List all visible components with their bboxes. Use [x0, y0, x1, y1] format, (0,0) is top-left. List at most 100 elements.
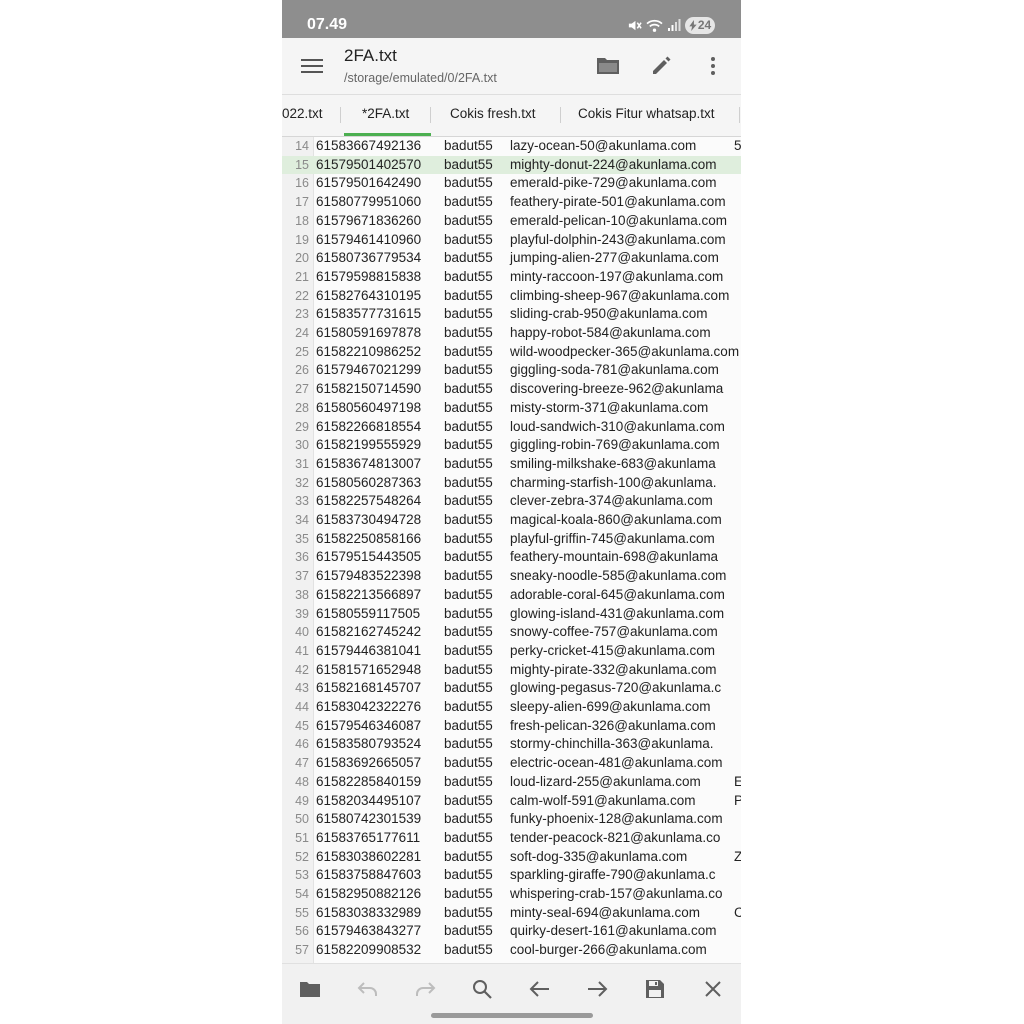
- line-number: 51: [295, 830, 309, 845]
- editor-line[interactable]: 35 61582250858166 badut55 playful-griffin-7…: [282, 530, 741, 549]
- line-id: 61579446381041: [316, 642, 422, 658]
- search-button[interactable]: [467, 974, 497, 1004]
- editor-line[interactable]: 28 61580560497198 badut55 misty-storm-371@a…: [282, 399, 741, 418]
- line-number: 15: [295, 157, 309, 172]
- line-email: tender-peacock-821@akunlama.co: [510, 829, 721, 845]
- tab-022[interactable]: 022.txt: [282, 95, 323, 135]
- line-id: 61579463843277: [316, 923, 422, 939]
- editor-line[interactable]: 34 61583730494728 badut55 magical-koala-860…: [282, 511, 741, 530]
- editor-line[interactable]: 16 61579501642490 badut55 emerald-pike-729@…: [282, 174, 741, 193]
- line-id: 61582034495107: [316, 792, 422, 808]
- line-number: 20: [295, 251, 309, 266]
- editor-line[interactable]: 56 61579463843277 badut55 quirky-desert-161…: [282, 922, 741, 941]
- editor-line[interactable]: 41 61579446381041 badut55 perky-cricket-415…: [282, 642, 741, 661]
- line-number: 40: [295, 625, 309, 640]
- line-password: badut55: [444, 848, 493, 864]
- editor-line[interactable]: 44 61583042322276 badut55 sleepy-alien-699@…: [282, 698, 741, 717]
- editor-line[interactable]: 17 61580779951060 badut55 feathery-pirate-5…: [282, 193, 741, 212]
- editor-line[interactable]: 24 61580591697878 badut55 happy-robot-584@a…: [282, 324, 741, 343]
- line-password: badut55: [444, 306, 493, 322]
- editor-line[interactable]: 32 61580560287363 badut55 charming-starfish…: [282, 474, 741, 493]
- editor-line[interactable]: 49 61582034495107 badut55 calm-wolf-591@aku…: [282, 792, 741, 811]
- line-password: badut55: [444, 381, 493, 397]
- line-id: 61583580793524: [316, 736, 422, 752]
- editor-line[interactable]: 15 61579501402570 badut55 mighty-donut-224@…: [282, 155, 741, 175]
- editor-line[interactable]: 27 61582150714590 badut55 discovering-breez…: [282, 380, 741, 399]
- open-file-button[interactable]: [295, 974, 325, 1004]
- editor-line[interactable]: 38 61582213566897 badut55 adorable-coral-64…: [282, 586, 741, 605]
- editor-line[interactable]: 20 61580736779534 badut55 jumping-alien-277…: [282, 249, 741, 268]
- line-password: badut55: [444, 530, 493, 546]
- editor-line[interactable]: 14 61583667492136 badut55 lazy-ocean-50@aku…: [282, 137, 741, 156]
- line-number: 24: [295, 326, 309, 340]
- open-folder-button[interactable]: [594, 52, 622, 80]
- editor-line[interactable]: 23 61583577731615 badut55 sliding-crab-950@…: [282, 305, 741, 324]
- edit-button[interactable]: [647, 52, 675, 80]
- line-email: wild-woodpecker-365@akunlama.com: [510, 343, 740, 359]
- editor-line[interactable]: 43 61582168145707 badut55 glowing-pegasus-7…: [282, 679, 741, 698]
- tab-cokis-fitur-whatsap[interactable]: Cokis Fitur whatsap.txt: [578, 95, 715, 135]
- editor-line[interactable]: 47 61583692665057 badut55 electric-ocean-48…: [282, 754, 741, 773]
- pencil-icon: [653, 56, 671, 74]
- line-password: badut55: [444, 493, 493, 509]
- save-button[interactable]: [640, 974, 670, 1004]
- editor-line[interactable]: 30 61582199555929 badut55 giggling-robin-76…: [282, 436, 741, 455]
- editor-line[interactable]: 25 61582210986252 badut55 wild-woodpecker-3…: [282, 343, 741, 362]
- line-number: 52: [295, 849, 309, 864]
- editor-line[interactable]: 33 61582257548264 badut55 clever-zebra-374@…: [282, 492, 741, 511]
- editor-line[interactable]: 39 61580559117505 badut55 glowing-island-43…: [282, 605, 741, 624]
- search-icon: [473, 980, 492, 999]
- line-number: 30: [295, 438, 309, 453]
- editor-line[interactable]: 53 61583758847603 badut55 sparkling-giraffe…: [282, 866, 741, 885]
- line-number: 36: [295, 550, 309, 565]
- line-email: giggling-robin-769@akunlama.com: [510, 437, 720, 453]
- tab-2fa[interactable]: *2FA.txt: [362, 95, 409, 135]
- line-number: 35: [295, 531, 309, 546]
- editor-line[interactable]: 40 61582162745242 badut55 snowy-coffee-757@…: [282, 623, 741, 642]
- editor-line[interactable]: 48 61582285840159 badut55 loud-lizard-255@a…: [282, 773, 741, 792]
- editor-line[interactable]: 54 61582950882126 badut55 whispering-crab-1…: [282, 885, 741, 904]
- text-editor[interactable]: 14 61583667492136 badut55 lazy-ocean-50@aku…: [282, 137, 741, 963]
- next-button[interactable]: [582, 974, 612, 1004]
- editor-line[interactable]: 36 61579515443505 badut55 feathery-mountain…: [282, 548, 741, 567]
- line-id: 61581571652948: [316, 661, 422, 677]
- line-id: 61582285840159: [316, 773, 422, 789]
- editor-line[interactable]: 26 61579467021299 badut55 giggling-soda-781…: [282, 361, 741, 380]
- line-password: badut55: [444, 156, 493, 172]
- editor-line[interactable]: 45 61579546346087 badut55 fresh-pelican-326…: [282, 717, 741, 736]
- editor-line[interactable]: 46 61583580793524 badut55 stormy-chinchilla…: [282, 735, 741, 754]
- tab-cokis-fresh[interactable]: Cokis fresh.txt: [450, 95, 536, 135]
- line-id: 61582250858166: [316, 530, 422, 546]
- line-number: 23: [295, 307, 309, 322]
- editor-line[interactable]: 18 61579671836260 badut55 emerald-pelican-1…: [282, 212, 741, 231]
- editor-line[interactable]: 55 61583038332989 badut55 minty-seal-694@ak…: [282, 904, 741, 923]
- editor-line[interactable]: 19 61579461410960 badut55 playful-dolphin-2…: [282, 231, 741, 250]
- redo-button[interactable]: [410, 974, 440, 1004]
- undo-button[interactable]: [353, 974, 383, 1004]
- editor-line[interactable]: 57 61582209908532 badut55 cool-burger-266@a…: [282, 941, 741, 960]
- previous-button[interactable]: [525, 974, 555, 1004]
- editor-line[interactable]: 29 61582266818554 badut55 loud-sandwich-310…: [282, 418, 741, 437]
- menu-button[interactable]: [298, 52, 326, 80]
- editor-line[interactable]: 31 61583674813007 badut55 smiling-milkshake…: [282, 455, 741, 474]
- home-indicator[interactable]: [431, 1013, 593, 1018]
- line-overflow: ZU: [734, 848, 741, 864]
- line-id: 61582199555929: [316, 437, 422, 453]
- close-button[interactable]: [698, 974, 728, 1004]
- more-options-button[interactable]: [703, 52, 723, 80]
- editor-line[interactable]: 51 61583765177611 badut55 tender-peacock-82…: [282, 829, 741, 848]
- tab-separator: [739, 107, 740, 123]
- line-email: playful-griffin-745@akunlama.com: [510, 530, 715, 546]
- editor-line[interactable]: 21 61579598815838 badut55 minty-raccoon-197…: [282, 268, 741, 287]
- editor-line[interactable]: 50 61580742301539 badut55 funky-phoenix-128…: [282, 810, 741, 829]
- folder-icon: [300, 982, 320, 997]
- editor-line[interactable]: 22 61582764310195 badut55 climbing-sheep-96…: [282, 287, 741, 306]
- line-number: 56: [295, 924, 309, 939]
- editor-line[interactable]: 42 61581571652948 badut55 mighty-pirate-332…: [282, 661, 741, 680]
- line-password: badut55: [444, 231, 493, 247]
- line-email: glowing-pegasus-720@akunlama.c: [510, 680, 722, 696]
- line-email: sleepy-alien-699@akunlama.com: [510, 699, 711, 714]
- editor-line[interactable]: 52 61583038602281 badut55 soft-dog-335@akun…: [282, 848, 741, 867]
- editor-line[interactable]: 37 61579483522398 badut55 sneaky-noodle-585…: [282, 567, 741, 586]
- line-number: 19: [295, 232, 309, 247]
